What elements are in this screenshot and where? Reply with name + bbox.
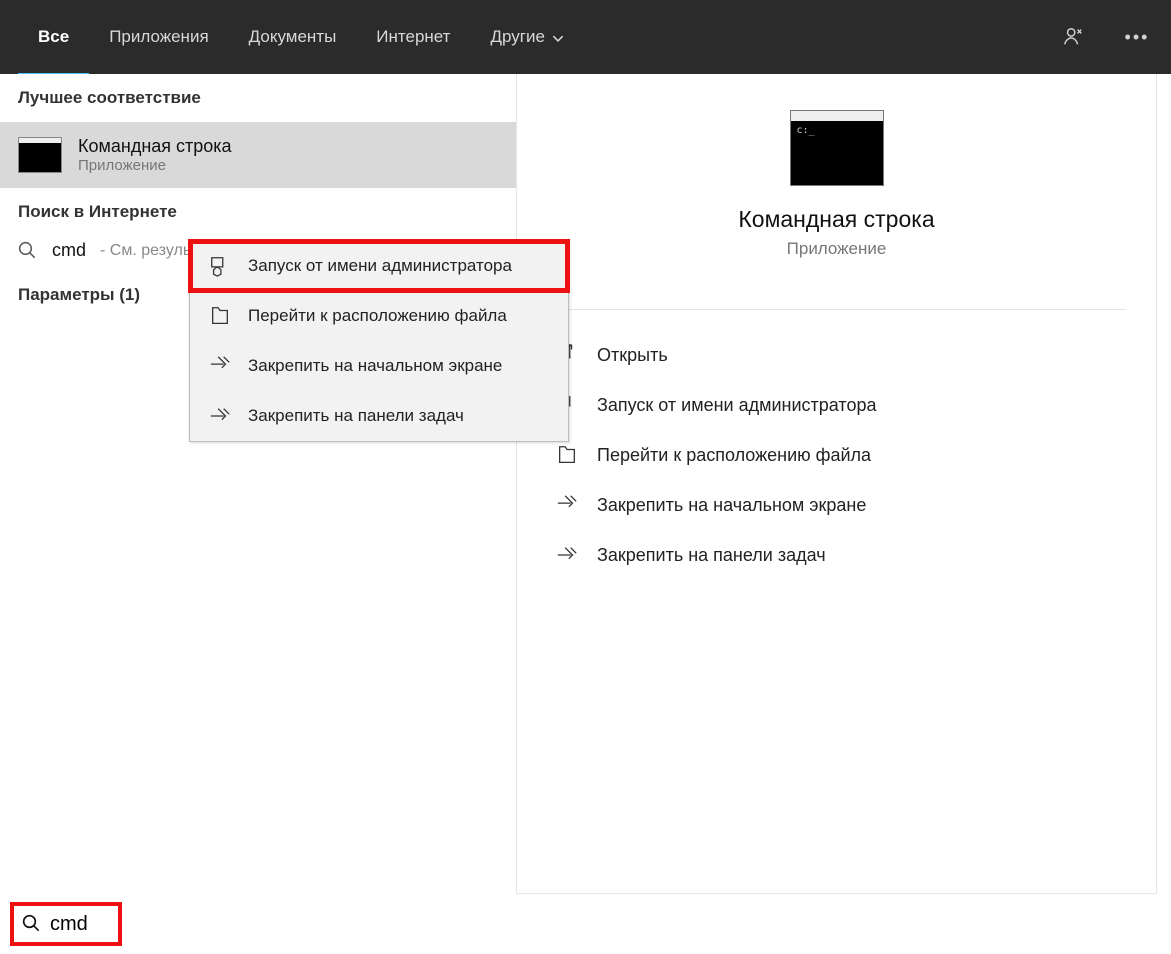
detail-title: Командная строка [738,206,934,233]
ctx-pin-taskbar[interactable]: Закрепить на панели задач [190,391,568,441]
tab-more[interactable]: Другие [470,19,584,55]
ctx-run-as-admin-label: Запуск от имени администратора [248,256,512,276]
pin-taskbar-icon [208,405,232,427]
ctx-open-location-label: Перейти к расположению файла [248,306,507,326]
ctx-run-as-admin[interactable]: Запуск от имени администратора [190,241,568,291]
ctx-pin-start[interactable]: Закрепить на начальном экране [190,341,568,391]
action-pin-taskbar[interactable]: Закрепить на панели задач [547,530,1126,580]
action-pinstart-label: Закрепить на начальном экране [597,495,866,516]
tab-documents[interactable]: Документы [229,19,357,55]
action-open-location[interactable]: Перейти к расположению файла [547,430,1126,480]
more-icon: ••• [1125,27,1150,48]
best-match-title: Командная строка [78,136,232,157]
best-match-subtitle: Приложение [78,157,232,174]
tab-internet[interactable]: Интернет [356,19,470,55]
admin-shield-icon [208,255,232,277]
detail-panel: Командная строка Приложение Открыть Запу… [516,74,1157,894]
ctx-pin-start-label: Закрепить на начальном экране [248,356,502,376]
action-open[interactable]: Открыть [547,330,1126,380]
action-open-label: Открыть [597,345,668,366]
action-pintaskbar-label: Закрепить на панели задач [597,545,826,566]
chevron-down-icon [551,30,565,44]
action-admin-label: Запуск от имени администратора [597,395,876,416]
tab-all[interactable]: Все [18,19,89,55]
context-menu: Запуск от имени администратора Перейти к… [189,240,569,442]
filter-tabs: Все Приложения Документы Интернет Другие… [0,0,1171,74]
ctx-open-location[interactable]: Перейти к расположению файла [190,291,568,341]
search-icon [22,913,42,935]
feedback-button[interactable] [1053,17,1093,57]
ctx-pin-taskbar-label: Закрепить на панели задач [248,406,464,426]
action-location-label: Перейти к расположению файла [597,445,871,466]
pin-start-icon [555,494,579,516]
action-pin-start[interactable]: Закрепить на начальном экране [547,480,1126,530]
internet-search-header: Поиск в Интернете [0,188,516,230]
tab-apps[interactable]: Приложения [89,19,228,55]
best-match-result[interactable]: Командная строка Приложение [0,122,516,188]
results-column: Лучшее соответствие Командная строка При… [0,74,516,894]
pin-start-icon [208,355,232,377]
cmd-thumbnail-icon [18,137,62,173]
best-match-header: Лучшее соответствие [0,74,516,122]
web-query: cmd [52,240,86,261]
detail-type: Приложение [787,239,887,259]
detail-cmd-icon [790,110,884,186]
search-icon [18,241,38,261]
search-input[interactable] [50,913,110,936]
options-button[interactable]: ••• [1117,17,1157,57]
divider [547,309,1126,310]
search-box[interactable] [10,902,122,946]
folder-icon [208,305,232,327]
folder-icon [555,444,579,466]
tab-more-label: Другие [490,27,544,47]
action-run-as-admin[interactable]: Запуск от имени администратора [547,380,1126,430]
pin-taskbar-icon [555,544,579,566]
